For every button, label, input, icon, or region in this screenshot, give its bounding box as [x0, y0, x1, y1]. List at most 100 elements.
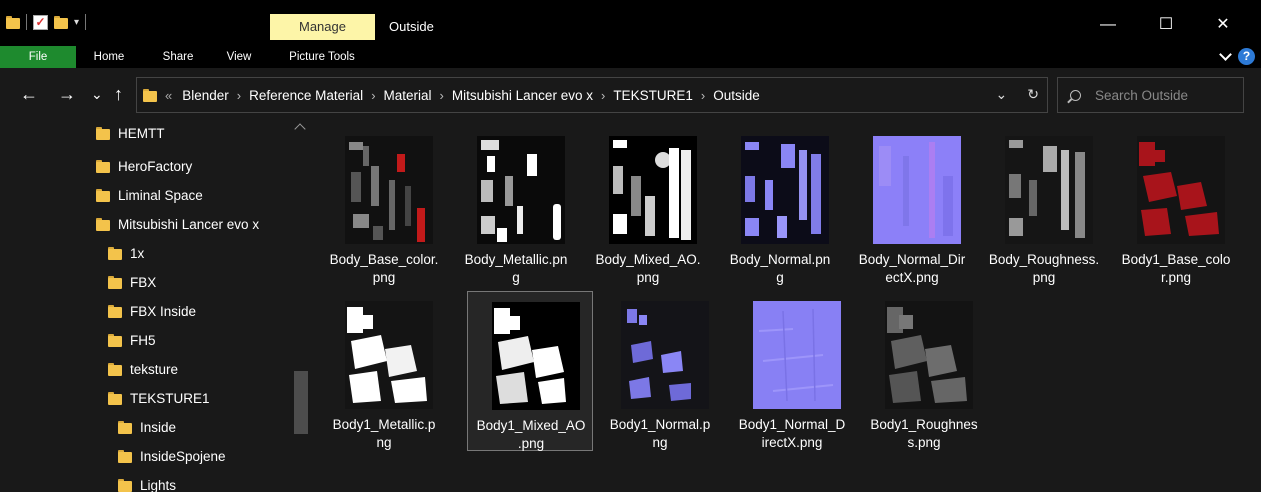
sidebar-item-lights[interactable]: Lights — [118, 473, 176, 492]
breadcrumb-outside[interactable]: Outside — [713, 88, 760, 103]
search-input[interactable]: Search Outside — [1057, 77, 1244, 113]
file-item[interactable]: Body1_Mixed_AO .png — [467, 291, 593, 451]
sidebar-item-fbx[interactable]: FBX — [108, 270, 156, 294]
overflow-chevron[interactable]: « — [165, 88, 172, 103]
recent-locations-button[interactable]: ⌄ — [91, 84, 103, 104]
maximize-button[interactable]: ☐ — [1143, 10, 1189, 40]
scroll-up-icon[interactable] — [294, 123, 306, 135]
tab-view[interactable]: View — [216, 46, 262, 68]
chevron-right-icon[interactable]: › — [440, 88, 444, 103]
file-name: Body_Normal_Dir ectX.png — [858, 252, 966, 285]
sidebar-item-liminal-space[interactable]: Liminal Space — [96, 183, 203, 207]
navigation-pane: HEMTT HeroFactory Liminal Space Mitsubis… — [0, 121, 315, 492]
sidebar-item-label: teksture — [130, 361, 179, 377]
chevron-right-icon[interactable]: › — [371, 88, 375, 103]
sidebar-scrollbar[interactable] — [292, 121, 310, 492]
address-bar[interactable]: « Blender › Reference Material › Materia… — [136, 77, 1048, 113]
sidebar-item-fbx-inside[interactable]: FBX Inside — [108, 299, 196, 323]
file-item[interactable]: Body_Base_color. png — [321, 126, 447, 286]
search-icon — [1070, 89, 1081, 101]
sidebar-item-label: Lights — [140, 477, 177, 492]
chevron-right-icon[interactable]: › — [701, 88, 705, 103]
file-item[interactable]: Body_Metallic.pn g — [453, 126, 579, 286]
file-item[interactable]: Body1_Base_colo r.png — [1113, 126, 1239, 286]
file-item[interactable]: Body_Normal.pn g — [717, 126, 843, 286]
thumbnail-image — [885, 301, 973, 409]
folder-icon — [108, 391, 122, 405]
tab-file[interactable]: File — [0, 46, 76, 68]
sidebar-item-label: Mitsubishi Lancer evo x — [118, 216, 260, 232]
file-item[interactable]: Body1_Normal_D irectX.png — [729, 291, 855, 451]
sidebar-item-insidespojene[interactable]: InsideSpojene — [118, 444, 226, 468]
divider — [85, 14, 87, 30]
sidebar-item-fh5[interactable]: FH5 — [108, 328, 156, 352]
customize-toolbar-icon[interactable]: ▾ — [74, 17, 79, 28]
scroll-thumb[interactable] — [294, 371, 308, 434]
thumbnail-image — [492, 302, 580, 410]
file-item[interactable]: Body_Mixed_AO. png — [585, 126, 711, 286]
sidebar-item-1x[interactable]: 1x — [108, 241, 144, 265]
thumbnail-image — [621, 301, 709, 409]
breadcrumb-reference-material[interactable]: Reference Material — [249, 88, 363, 103]
new-folder-icon[interactable] — [54, 15, 68, 29]
file-name: Body1_Mixed_AO .png — [476, 418, 586, 451]
tab-picture-tools[interactable]: Picture Tools — [272, 46, 372, 68]
folder-icon — [96, 126, 110, 140]
sidebar-item-label: InsideSpojene — [140, 448, 226, 464]
file-name: Body_Normal.pn g — [729, 252, 831, 285]
sidebar-item-label: Liminal Space — [118, 187, 203, 203]
breadcrumb-mitsubishi[interactable]: Mitsubishi Lancer evo x — [452, 88, 593, 103]
thumbnail-image — [345, 301, 433, 409]
file-list: Body_Base_color.png Body_Metallic.png — [315, 121, 1261, 492]
sidebar-item-teksture1[interactable]: TEKSTURE1 — [108, 386, 210, 410]
file-name: Body_Roughness. png — [988, 252, 1100, 285]
close-button[interactable]: ✕ — [1200, 10, 1246, 40]
thumbnail-image — [753, 301, 841, 409]
thumbnail-image — [345, 136, 433, 244]
folder-icon — [108, 333, 122, 347]
tab-share[interactable]: Share — [150, 46, 206, 68]
file-item[interactable]: Body_Roughness. png — [981, 126, 1107, 286]
breadcrumb-material[interactable]: Material — [384, 88, 432, 103]
refresh-icon[interactable]: ↻ — [1027, 86, 1039, 103]
ribbon-tabs: File Home Share View Picture Tools ? — [0, 46, 1261, 68]
thumbnail-image — [873, 136, 961, 244]
file-name: Body_Base_color. png — [329, 252, 439, 285]
folder-icon — [108, 246, 122, 260]
folder-icon — [118, 420, 132, 434]
chevron-right-icon[interactable]: › — [601, 88, 605, 103]
file-item[interactable]: Body1_Normal.p ng — [597, 291, 723, 451]
file-item[interactable]: Body1_Metallic.p ng — [321, 291, 447, 451]
sidebar-item-herofactory[interactable]: HeroFactory — [96, 154, 192, 178]
sidebar-item-teksture[interactable]: teksture — [108, 357, 178, 381]
tab-home[interactable]: Home — [82, 46, 136, 68]
properties-icon[interactable]: ✓ — [33, 14, 48, 30]
file-name: Body1_Roughnes s.png — [870, 417, 978, 450]
help-icon[interactable]: ? — [1238, 48, 1255, 65]
forward-button[interactable]: → — [58, 84, 76, 104]
sidebar-item-inside[interactable]: Inside — [118, 415, 176, 439]
manage-tab[interactable]: Manage — [270, 14, 375, 40]
folder-icon — [108, 362, 122, 376]
file-item[interactable]: Body_Normal_Dir ectX.png — [849, 126, 975, 286]
sidebar-item-hemtt[interactable]: HEMTT — [96, 121, 165, 145]
chevron-right-icon[interactable]: › — [237, 88, 241, 103]
up-button[interactable]: ↑ — [114, 84, 123, 104]
address-dropdown-icon[interactable]: ⌄ — [996, 86, 1008, 103]
file-item[interactable]: Body1_Roughnes s.png — [861, 291, 987, 451]
file-name: Body1_Normal_D irectX.png — [738, 417, 846, 450]
window-title: Outside — [389, 19, 434, 34]
folder-icon — [96, 217, 110, 231]
breadcrumb-blender[interactable]: Blender — [182, 88, 229, 103]
sidebar-item-mitsubishi[interactable]: Mitsubishi Lancer evo x — [96, 212, 259, 236]
folder-icon[interactable] — [6, 15, 20, 29]
folder-icon — [108, 304, 122, 318]
expand-ribbon-icon[interactable] — [1219, 48, 1232, 61]
minimize-button[interactable]: — — [1085, 10, 1131, 40]
folder-icon — [108, 275, 122, 289]
thumbnail-image — [741, 136, 829, 244]
sidebar-item-label: 1x — [130, 245, 145, 261]
back-button[interactable]: ← — [20, 84, 38, 104]
file-name: Body1_Normal.p ng — [609, 417, 711, 450]
breadcrumb-teksture1[interactable]: TEKSTURE1 — [613, 88, 693, 103]
